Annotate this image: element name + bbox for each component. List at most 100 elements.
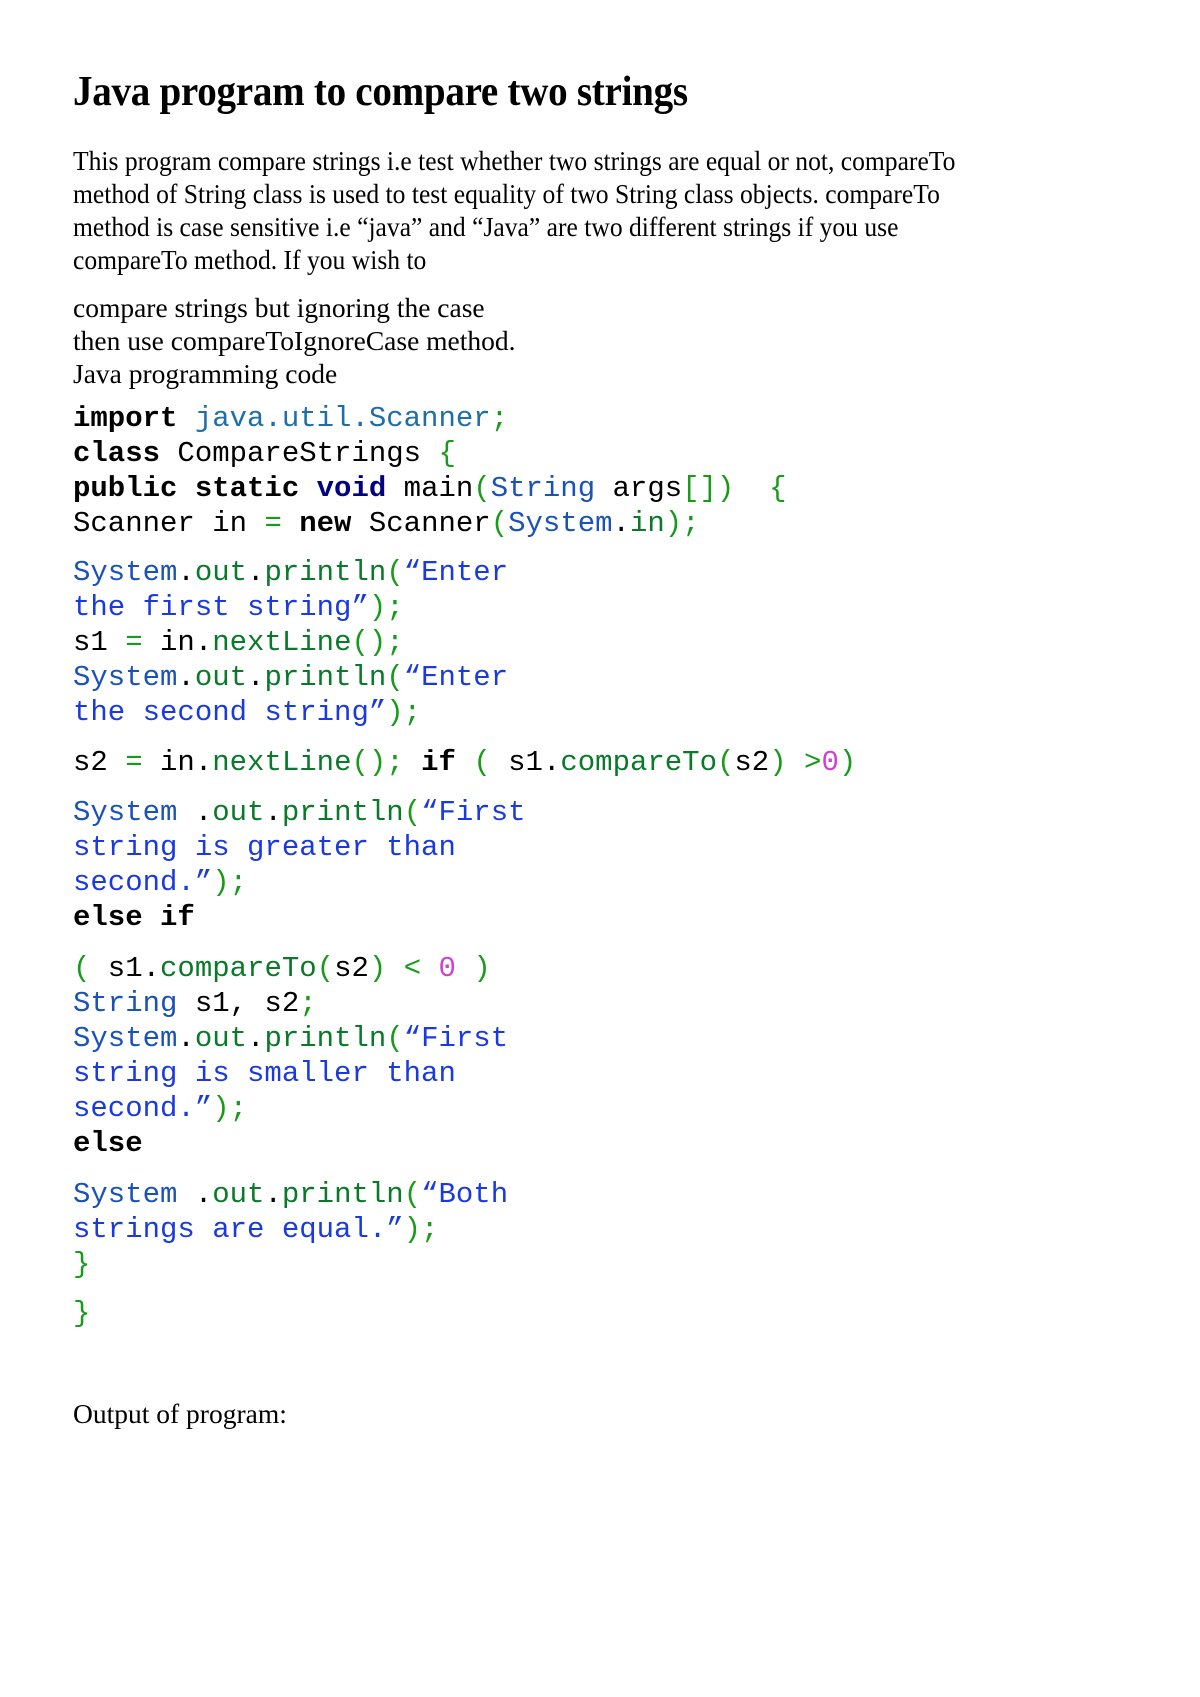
code-line: else if	[73, 900, 195, 935]
punctuation: .	[142, 952, 161, 985]
keyword: void	[316, 472, 387, 505]
punctuation: .	[612, 507, 630, 540]
code-line: s2 = in.nextLine(); if ( s1.compareTo(s2…	[73, 745, 856, 780]
code-line: System.out.println(“Enter	[73, 555, 508, 590]
field-name: out	[194, 1022, 248, 1055]
identifier: s1	[490, 746, 543, 779]
class-name: CompareStrings	[160, 437, 439, 470]
punctuation: (	[403, 1178, 422, 1211]
punctuation: ();	[351, 626, 404, 659]
intro-line: method is case sensitive i.e “java” and …	[73, 211, 899, 242]
punctuation: ;	[490, 402, 509, 435]
identifier: Scanner in	[73, 507, 265, 540]
code-line: class CompareStrings {	[73, 436, 456, 471]
identifier: s1	[90, 952, 143, 985]
code-line: System .out.println(“First	[73, 795, 526, 830]
type-name: String	[73, 987, 178, 1020]
page-title: Java program to compare two strings	[73, 69, 688, 115]
field-name: out	[194, 556, 248, 589]
code-line: the first string”);	[73, 590, 404, 625]
punctuation: );	[212, 866, 248, 899]
para-line: compare strings but ignoring the case	[73, 292, 485, 323]
field-name: out	[212, 796, 265, 829]
string-literal: second.”	[73, 1092, 213, 1125]
keyword: else	[73, 1127, 143, 1160]
punctuation: )	[769, 746, 787, 779]
keyword: if	[403, 746, 456, 779]
punctuation: (	[386, 556, 404, 589]
method-name: compareTo	[160, 952, 317, 985]
punctuation: );	[386, 696, 422, 729]
punctuation: .	[194, 746, 213, 779]
punctuation: );	[403, 1213, 439, 1246]
punctuation: (	[455, 746, 491, 779]
code-line: else	[73, 1126, 143, 1161]
method-name: println	[264, 556, 387, 589]
punctuation: (	[490, 507, 509, 540]
code-line: string is smaller than	[73, 1056, 456, 1091]
punctuation: (	[403, 796, 422, 829]
punctuation: .	[177, 1022, 195, 1055]
identifier: args	[595, 472, 683, 505]
punctuation: (	[717, 746, 735, 779]
punctuation: .	[177, 796, 213, 829]
keyword: else if	[73, 901, 195, 934]
identifier: s1, s2	[177, 987, 300, 1020]
type-name: System	[73, 661, 178, 694]
identifier: s2	[73, 746, 126, 779]
code-section-label: Java programming code	[73, 358, 338, 389]
punctuation: [])	[682, 472, 735, 505]
type-name: System	[73, 1178, 178, 1211]
keyword: public static	[73, 472, 317, 505]
code-line: the second string”);	[73, 695, 421, 730]
operator: >	[786, 746, 822, 779]
punctuation: .	[247, 661, 265, 694]
type-name: System	[73, 796, 178, 829]
punctuation: (	[473, 472, 491, 505]
operator: =	[125, 746, 143, 779]
code-line: }	[73, 1247, 90, 1282]
identifier: s2	[334, 952, 369, 985]
code-line: second.”);	[73, 1091, 247, 1126]
punctuation: .	[177, 661, 195, 694]
identifier: in	[142, 626, 195, 659]
punctuation: ();	[351, 746, 404, 779]
punctuation: .	[194, 626, 213, 659]
method-name: main	[386, 472, 474, 505]
output-label: Output of program:	[73, 1398, 287, 1429]
punctuation: )	[455, 952, 491, 985]
method-name: println	[264, 1022, 387, 1055]
field-name: in	[629, 507, 665, 540]
code-line: ( s1.compareTo(s2) < 0 )	[73, 951, 491, 986]
method-name: nextLine	[212, 626, 352, 659]
identifier: s2	[734, 746, 770, 779]
code-line: System .out.println(“Both	[73, 1177, 508, 1212]
identifier: s1	[73, 626, 126, 659]
code-line: import java.util.Scanner;	[73, 401, 508, 436]
string-literal: the second string”	[73, 696, 387, 729]
punctuation: );	[212, 1092, 248, 1125]
closing-brace: }	[73, 1297, 91, 1330]
code-line: second.”);	[73, 865, 247, 900]
intro-line: compareTo method. If you wish to	[73, 244, 427, 275]
punctuation: )	[838, 746, 857, 779]
number-literal: 0	[821, 746, 839, 779]
code-line: }	[73, 1296, 90, 1331]
code-line: s1 = in.nextLine();	[73, 625, 404, 660]
para-line: then use compareToIgnoreCase method.	[73, 325, 516, 356]
operator: =	[264, 507, 282, 540]
code-line: System.out.println(“First	[73, 1021, 508, 1056]
code-line: strings are equal.”);	[73, 1212, 438, 1247]
type-name: System	[73, 556, 178, 589]
closing-brace: }	[73, 1248, 91, 1281]
string-literal: “First	[403, 1022, 509, 1055]
type-name: System	[508, 507, 613, 540]
punctuation: (	[386, 1022, 404, 1055]
punctuation: .	[264, 1178, 282, 1211]
package-name: java.util.Scanner	[177, 402, 491, 435]
method-name: println	[281, 796, 404, 829]
punctuation: .	[542, 746, 561, 779]
field-name: out	[194, 661, 248, 694]
type-name: Scanner	[351, 507, 491, 540]
punctuation: .	[264, 796, 282, 829]
